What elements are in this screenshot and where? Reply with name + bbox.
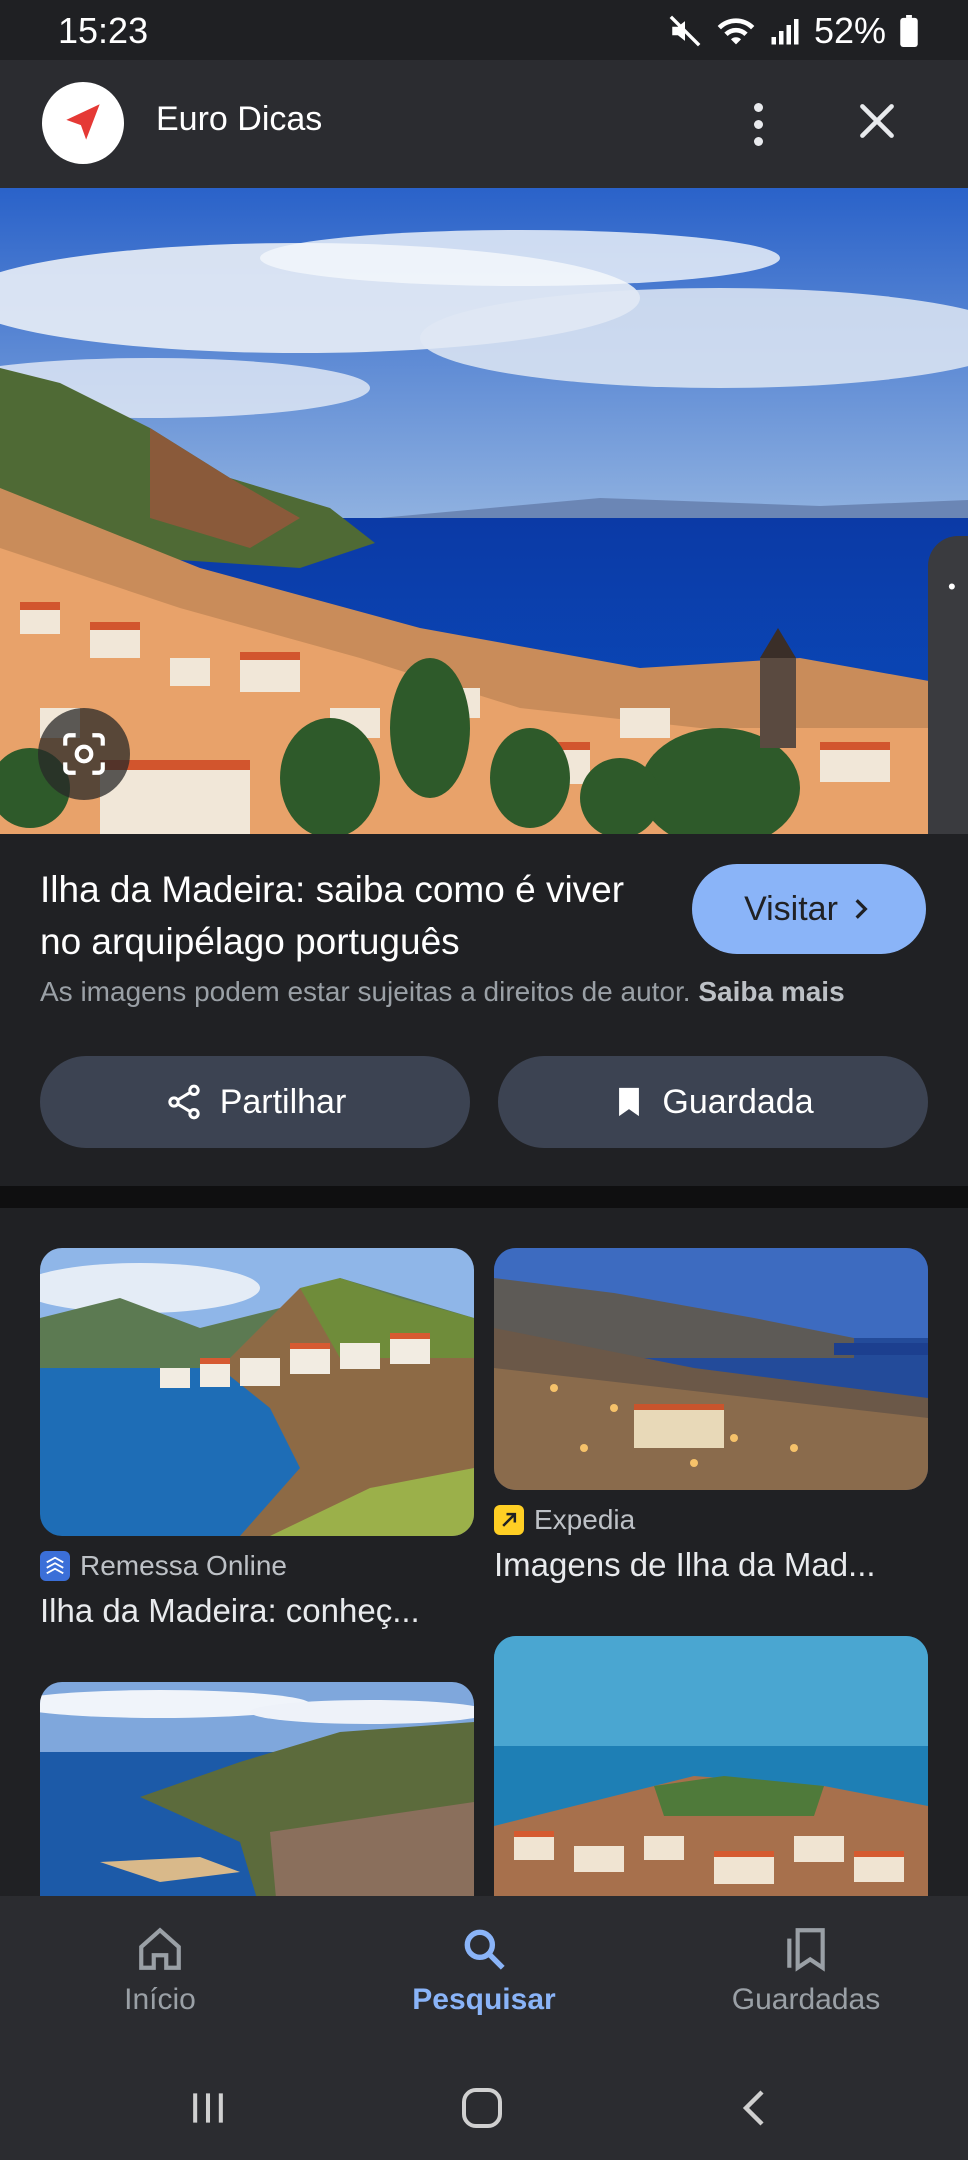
related-source: Expedia [534, 1504, 636, 1535]
lens-search-button[interactable] [38, 708, 130, 800]
share-button[interactable]: Partilhar [40, 1056, 470, 1148]
close-icon[interactable] [852, 96, 902, 146]
bottom-navigation: Início Pesquisar Guardadas [0, 1896, 968, 2060]
related-image [40, 1248, 474, 1536]
visit-label: Visitar [744, 889, 838, 928]
related-source: Remessa Online [80, 1550, 287, 1581]
status-time: 15:23 [58, 10, 149, 51]
battery-icon [900, 15, 918, 47]
related-image [494, 1636, 928, 1896]
home-icon [139, 1927, 181, 1970]
related-images-grid: Remessa Online Ilha da Madeira: conheç..… [0, 1208, 968, 1896]
edge-panel-dots-icon: • • [948, 574, 968, 599]
nav-search-label: Pesquisar [412, 1983, 556, 2016]
wifi-icon [717, 18, 755, 45]
status-icons: 52% [668, 10, 918, 52]
saved-button[interactable]: Guardada [498, 1056, 928, 1148]
signal-icon [771, 19, 799, 45]
remessa-online-icon [40, 1551, 70, 1581]
nav-search[interactable]: Pesquisar [374, 1924, 594, 2017]
saved-label: Guardada [662, 1082, 814, 1121]
related-card[interactable]: Expedia Imagens de Ilha da Mad... [494, 1248, 928, 1584]
expedia-icon [494, 1505, 524, 1535]
search-icon [464, 1929, 505, 1970]
copyright-text: As imagens podem estar sujeitas a direit… [40, 976, 691, 1007]
learn-more-link[interactable]: Saiba mais [698, 976, 844, 1007]
related-image [40, 1682, 474, 1896]
saved-collections-icon [787, 1928, 825, 1972]
related-title: Imagens de Ilha da Mad... [494, 1546, 876, 1583]
recent-apps-icon[interactable] [186, 2086, 230, 2130]
system-navigation-bar [0, 2060, 968, 2160]
nav-home-label: Início [124, 1983, 196, 2016]
app-bar: Euro Dicas [0, 60, 968, 188]
copyright-notice: As imagens podem estar sujeitas a direit… [40, 976, 845, 1008]
share-icon [168, 1084, 200, 1120]
nav-saved[interactable]: Guardadas [696, 1924, 916, 2017]
home-button-icon[interactable] [458, 2084, 506, 2132]
related-card[interactable]: Remessa Online Ilha da Madeira: conheç..… [40, 1248, 474, 1630]
more-options-icon[interactable] [740, 94, 776, 154]
lens-icon [63, 733, 105, 775]
site-logo-icon [42, 82, 124, 164]
back-icon[interactable] [732, 2084, 780, 2132]
result-info: Ilha da Madeira: saiba como é viver no a… [0, 834, 968, 1186]
section-divider [0, 1186, 968, 1208]
battery-percent: 52% [813, 10, 886, 51]
related-card[interactable] [40, 1682, 474, 1896]
nav-saved-label: Guardadas [731, 1983, 881, 2016]
site-title: Euro Dicas [156, 100, 323, 138]
share-label: Partilhar [219, 1082, 347, 1121]
status-bar: 15:23 52% [0, 0, 968, 60]
nav-home[interactable]: Início [50, 1924, 270, 2017]
chevron-right-icon [855, 899, 868, 919]
related-title: Ilha da Madeira: conheç... [40, 1592, 420, 1629]
result-headline[interactable]: Ilha da Madeira: saiba como é viver no a… [40, 864, 660, 968]
related-card[interactable] [494, 1636, 928, 1896]
related-image [494, 1248, 928, 1490]
mute-icon [669, 15, 701, 47]
bookmark-icon [619, 1087, 640, 1117]
visit-button[interactable]: Visitar [692, 864, 926, 954]
hero-image [0, 188, 968, 834]
